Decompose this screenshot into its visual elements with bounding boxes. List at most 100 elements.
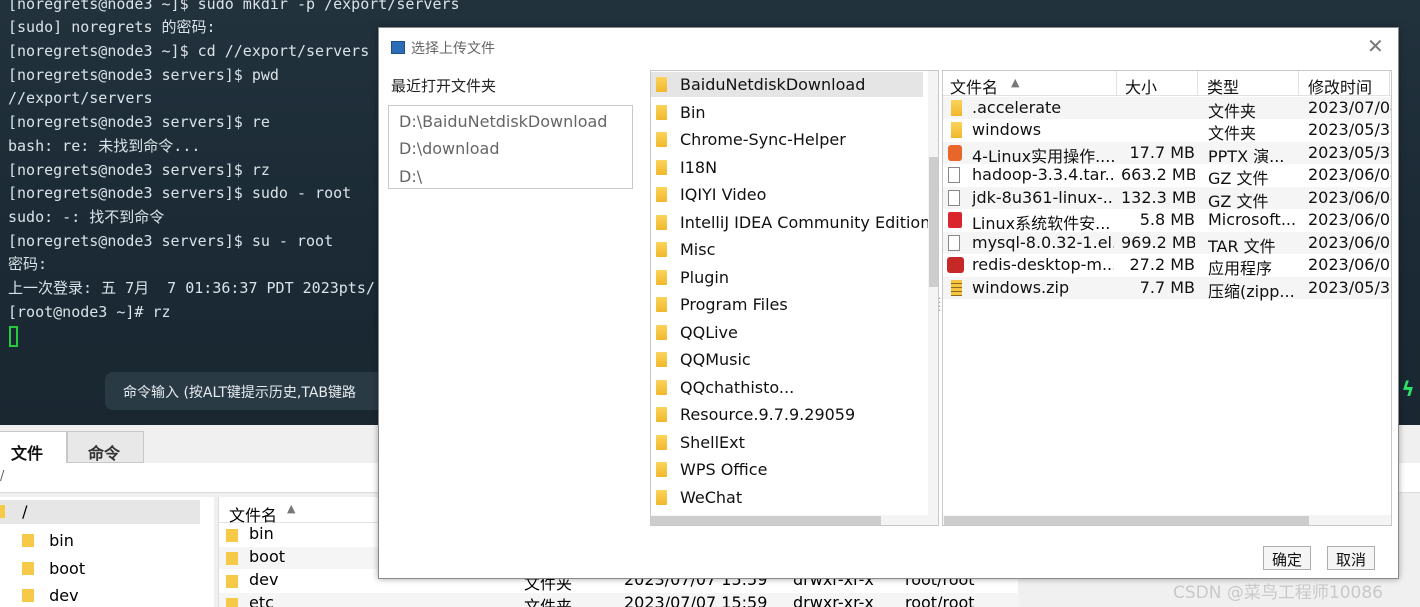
- folder-item[interactable]: Plugin: [651, 265, 923, 290]
- column-separator[interactable]: [1389, 71, 1390, 96]
- row-date: 2023/07/07 15:59: [624, 593, 768, 607]
- recent-folder-item[interactable]: D:\BaiduNetdiskDownload: [399, 112, 607, 131]
- file-row[interactable]: .accelerate 文件夹 2023/07/04: [943, 97, 1391, 121]
- tree-item-root[interactable]: /: [0, 502, 27, 521]
- folder-icon: [656, 242, 667, 257]
- folder-icon: [951, 100, 962, 116]
- column-separator[interactable]: [1116, 71, 1117, 96]
- tree-item-dev[interactable]: dev: [22, 586, 79, 605]
- folder-item[interactable]: Resource.9.7.9.29059: [651, 402, 923, 427]
- folder-icon: [656, 270, 667, 285]
- pdf-icon: [948, 212, 962, 228]
- terminal-line: [noregrets@node3 ~]$ sudo mkdir -p /expo…: [8, 0, 460, 13]
- vscroll-thumb[interactable]: [929, 157, 938, 287]
- close-icon[interactable]: ✕: [1367, 34, 1384, 58]
- terminal-line: sudo: -: 找不到命令: [8, 208, 165, 226]
- column-separator[interactable]: [1197, 71, 1198, 96]
- folder-label: ShellExt: [680, 433, 745, 452]
- tree-item-bin[interactable]: bin: [22, 531, 74, 550]
- folder-item[interactable]: ShellExt: [651, 430, 923, 455]
- file-row[interactable]: jdk-8u361-linux-... 132.3 MB GZ 文件 2023/…: [943, 187, 1391, 211]
- folder-item[interactable]: I18N: [651, 155, 923, 180]
- folder-item[interactable]: Chrome-Sync-Helper: [651, 127, 923, 152]
- column-type[interactable]: 类型: [1207, 74, 1239, 98]
- folder-link-icon: [226, 529, 238, 542]
- file-modified: 2023/06/02: [1308, 255, 1392, 274]
- file-row[interactable]: windows.zip 7.7 MB 压缩(zipp... 2023/05/31: [943, 277, 1392, 301]
- file-name: hadoop-3.3.4.tar....: [972, 165, 1114, 184]
- hscroll-thumb[interactable]: [651, 516, 881, 525]
- file-row[interactable]: 4-Linux实用操作.... 17.7 MB PPTX 演... 2023/0…: [943, 142, 1391, 166]
- folder-icon: [656, 187, 667, 202]
- tab-files[interactable]: 文件: [0, 431, 67, 463]
- column-modified[interactable]: 修改时间: [1308, 74, 1372, 98]
- tree-item-label: dev: [49, 586, 79, 605]
- folder-label: QQchathisto...: [680, 378, 795, 397]
- folder-icon: [226, 598, 238, 607]
- terminal-line: //export/servers: [8, 89, 153, 107]
- file-size: 663.2 MB: [1121, 165, 1195, 184]
- sort-asc-icon: ▲: [287, 502, 296, 515]
- file-row[interactable]: windows 文件夹 2023/05/31: [943, 119, 1391, 143]
- terminal-line: [noregrets@node3 ~]$ cd //export/servers: [8, 42, 370, 60]
- column-separator[interactable]: [1298, 71, 1299, 96]
- tree-item-boot[interactable]: boot: [22, 559, 85, 578]
- recent-folders-list[interactable]: D:\BaiduNetdiskDownload D:\download D:\: [388, 105, 633, 189]
- folder-item[interactable]: Bin: [651, 100, 923, 125]
- folder-item[interactable]: IntelliJ IDEA Community Edition: [651, 210, 930, 235]
- folder-icon: [951, 122, 962, 138]
- terminal-line: [sudo] noregrets 的密码:: [8, 18, 216, 36]
- folder-label: Misc: [680, 240, 716, 259]
- dialog-title: 选择上传文件: [391, 38, 495, 58]
- file-row[interactable]: redis-desktop-m... 27.2 MB 应用程序 2023/06/…: [943, 254, 1392, 278]
- recent-folder-item[interactable]: D:\: [399, 167, 422, 186]
- folder-label: Plugin: [680, 268, 729, 287]
- local-folder-tree[interactable]: BaiduNetdiskDownload Bin Chrome-Sync-Hel…: [650, 70, 939, 526]
- file-list-hscrollbar[interactable]: [943, 515, 1391, 525]
- folder-icon: [226, 552, 238, 565]
- folder-label: WeChat: [680, 488, 743, 507]
- folder-item[interactable]: QQLive: [651, 320, 923, 345]
- sort-asc-icon: ▲: [1011, 76, 1020, 89]
- folder-item[interactable]: Program Files: [651, 292, 923, 317]
- folder-label: QQMusic: [680, 350, 751, 369]
- local-file-list[interactable]: 文件名 ▲ 大小 类型 修改时间 .accelerate 文件夹 2023/07…: [942, 70, 1392, 526]
- folder-icon: [656, 160, 667, 175]
- file-row[interactable]: hadoop-3.3.4.tar.... 663.2 MB GZ 文件 2023…: [943, 164, 1391, 188]
- tab-commands[interactable]: 命令: [67, 431, 144, 463]
- file-name: mysql-8.0.32-1.el...: [972, 233, 1114, 252]
- recent-folder-item[interactable]: D:\download: [399, 139, 499, 158]
- folder-label: BaiduNetdiskDownload: [680, 75, 866, 94]
- folder-item[interactable]: BaiduNetdiskDownload: [651, 72, 923, 97]
- cancel-button[interactable]: 取消: [1327, 546, 1375, 570]
- folder-icon: [22, 534, 34, 547]
- remote-folder-tree[interactable]: / bin boot dev: [0, 497, 214, 607]
- folder-icon: [656, 215, 667, 230]
- ok-button[interactable]: 确定: [1263, 546, 1311, 570]
- column-name[interactable]: 文件名: [229, 502, 277, 526]
- file-type: 应用程序: [1208, 259, 1273, 278]
- folder-item[interactable]: WeChat: [651, 485, 923, 510]
- folder-icon: [656, 435, 667, 450]
- folder-item[interactable]: QQchathisto...: [651, 375, 923, 400]
- lightning-icon[interactable]: ϟ: [1402, 377, 1414, 401]
- file-name: redis-desktop-m...: [972, 255, 1114, 274]
- column-size[interactable]: 大小: [1125, 74, 1157, 98]
- folder-item[interactable]: Misc: [651, 237, 923, 262]
- folder-label: IQIYI Video: [680, 185, 767, 204]
- terminal-line: [root@node3 ~]# rz: [8, 303, 171, 321]
- column-name[interactable]: 文件名: [950, 74, 998, 98]
- folder-item[interactable]: IQIYI Video: [651, 182, 923, 207]
- folder-icon: [22, 589, 34, 602]
- file-row[interactable]: Linux系统软件安... 5.8 MB Microsoft... 2023/0…: [943, 209, 1391, 233]
- folder-label: Resource.9.7.9.29059: [680, 405, 856, 424]
- folder-tree-hscrollbar[interactable]: [651, 515, 928, 525]
- file-row[interactable]: mysql-8.0.32-1.el... 969.2 MB TAR 文件 202…: [943, 232, 1391, 256]
- table-row[interactable]: etc 文件夹 2023/07/07 15:59 drwxr-xr-x root…: [219, 593, 1019, 607]
- folder-item[interactable]: QQMusic: [651, 347, 923, 372]
- row-type: 文件夹: [524, 597, 573, 607]
- file-modified: 2023/05/31: [1308, 278, 1392, 297]
- hscroll-thumb[interactable]: [944, 516, 1309, 525]
- folder-label: I18N: [680, 158, 718, 177]
- folder-item[interactable]: WPS Office: [651, 457, 923, 482]
